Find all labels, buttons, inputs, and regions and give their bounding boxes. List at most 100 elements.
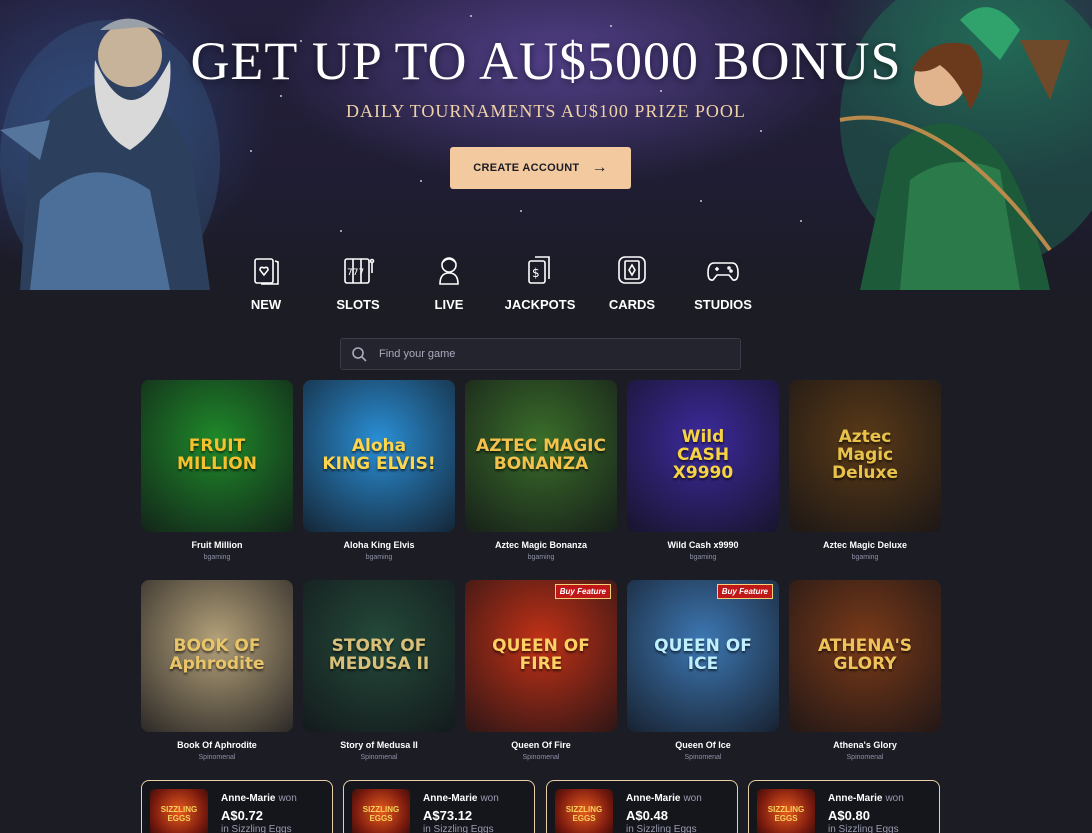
won-label: won	[683, 793, 702, 804]
jackpot-cards-icon: $	[528, 256, 550, 284]
svg-text:$: $	[532, 266, 540, 280]
game-thumbnail[interactable]: ATHENA'S GLORY	[789, 580, 941, 732]
game-thumbnail[interactable]: QUEEN OF ICE Buy Feature	[627, 580, 779, 732]
game-provider: bgaming	[203, 554, 231, 561]
winner-name: Anne-Marie	[828, 793, 883, 804]
winner-name: Anne-Marie	[221, 793, 276, 804]
win-game-thumbnail[interactable]: SIZZLING EGGS	[352, 789, 410, 833]
game-search-bar	[340, 338, 741, 370]
category-nav: NEW 777 SLOTS LIVE $ JACKPOTS CARDS STUD…	[0, 253, 1092, 315]
win-game-thumbnail[interactable]: SIZZLING EGGS	[757, 789, 815, 833]
game-art-title: ATHENA'S GLORY	[817, 636, 913, 674]
recent-win-card[interactable]: SIZZLING EGGS Anne-Marie won A$0.48 in Si…	[546, 780, 738, 833]
win-game-name[interactable]: in Sizzling Eggs	[423, 824, 494, 833]
game-art-title: FRUIT MILLION	[177, 436, 257, 474]
game-card[interactable]: BOOK OF Aphrodite Book Of Aphrodite Spin…	[141, 580, 293, 761]
new-cards-icon	[254, 258, 279, 285]
game-art-title: AZTEC MAGIC BONANZA	[476, 436, 606, 474]
game-provider: bgaming	[689, 554, 717, 561]
buy-feature-badge: Buy Feature	[716, 584, 773, 599]
game-provider: Spinomenal	[198, 754, 236, 761]
game-name[interactable]: Story of Medusa II	[303, 740, 455, 750]
create-account-label: CREATE ACCOUNT	[473, 162, 580, 174]
game-name[interactable]: Queen Of Fire	[465, 740, 617, 750]
win-amount: A$0.80	[828, 808, 870, 823]
game-provider: Spinomenal	[684, 754, 722, 761]
game-provider: Spinomenal	[522, 754, 560, 761]
game-card[interactable]: Wild CASH X9990 Wild Cash x9990 bgaming	[627, 380, 779, 561]
game-card[interactable]: QUEEN OF FIRE Buy Feature Queen Of Fire S…	[465, 580, 617, 761]
game-provider: bgaming	[851, 554, 879, 561]
category-label: CARDS	[608, 297, 656, 312]
win-game-name[interactable]: in Sizzling Eggs	[828, 824, 899, 833]
category-cards[interactable]: CARDS	[592, 253, 672, 312]
game-provider: bgaming	[365, 554, 393, 561]
bonus-headline: GET UP TO AU$5000 BONUS	[190, 31, 902, 91]
search-input[interactable]	[379, 348, 719, 360]
game-card[interactable]: FRUIT MILLION Fruit Million bgaming	[141, 380, 293, 561]
game-thumbnail[interactable]: STORY OF MEDUSA II	[303, 580, 455, 732]
game-art-title: Wild CASH X9990	[672, 427, 734, 483]
live-dealer-icon	[439, 257, 459, 285]
win-amount: A$0.48	[626, 808, 668, 823]
category-label: JACKPOTS	[504, 297, 576, 312]
category-studios[interactable]: STUDIOS	[683, 253, 763, 312]
game-provider: Spinomenal	[360, 754, 398, 761]
won-label: won	[480, 793, 499, 804]
game-name[interactable]: Queen Of Ice	[627, 740, 779, 750]
game-provider: Spinomenal	[846, 754, 884, 761]
game-art-title: Aztec Magic Deluxe	[831, 427, 899, 483]
game-thumbnail[interactable]: QUEEN OF FIRE Buy Feature	[465, 580, 617, 732]
win-game-thumbnail[interactable]: SIZZLING EGGS	[150, 789, 208, 833]
won-label: won	[885, 793, 904, 804]
recent-win-card[interactable]: SIZZLING EGGS Anne-Marie won A$73.12 in S…	[343, 780, 535, 833]
category-label: SLOTS	[336, 297, 380, 312]
game-card[interactable]: ATHENA'S GLORY Athena's Glory Spinomenal	[789, 580, 941, 761]
gamepad-icon	[707, 262, 739, 281]
game-thumbnail[interactable]: Wild CASH X9990	[627, 380, 779, 532]
recent-win-card[interactable]: SIZZLING EGGS Anne-Marie won A$0.72 in Si…	[141, 780, 333, 833]
game-card[interactable]: QUEEN OF ICE Buy Feature Queen Of Ice Spi…	[627, 580, 779, 761]
recent-win-card[interactable]: SIZZLING EGGS Anne-Marie won A$0.80 in Si…	[748, 780, 940, 833]
game-art-title: STORY OF MEDUSA II	[328, 636, 430, 674]
won-label: won	[278, 793, 297, 804]
game-art-title: BOOK OF Aphrodite	[169, 636, 265, 674]
category-slots[interactable]: 777 SLOTS	[318, 253, 398, 312]
game-provider: bgaming	[527, 554, 555, 561]
arrow-right-icon: →	[591, 159, 608, 176]
game-art-title: QUEEN OF ICE	[654, 636, 752, 674]
game-thumbnail[interactable]: BOOK OF Aphrodite	[141, 580, 293, 732]
card-diamond-icon	[618, 256, 646, 284]
game-card[interactable]: Aloha KING ELVIS! Aloha King Elvis bgami…	[303, 380, 455, 561]
game-thumbnail[interactable]: AZTEC MAGIC BONANZA	[465, 380, 617, 532]
category-new[interactable]: NEW	[226, 253, 306, 312]
buy-feature-badge: Buy Feature	[554, 584, 611, 599]
win-game-name[interactable]: in Sizzling Eggs	[221, 824, 292, 833]
game-name[interactable]: Aztec Magic Bonanza	[465, 540, 617, 550]
game-art-title: QUEEN OF FIRE	[492, 636, 590, 674]
category-live[interactable]: LIVE	[409, 253, 489, 312]
category-label: STUDIOS	[694, 297, 752, 312]
game-name[interactable]: Aloha King Elvis	[303, 540, 455, 550]
win-game-thumbnail[interactable]: SIZZLING EGGS	[555, 789, 613, 833]
category-label: NEW	[250, 297, 282, 312]
create-account-button[interactable]: CREATE ACCOUNT →	[450, 147, 631, 189]
search-icon	[352, 347, 367, 362]
game-name[interactable]: Book Of Aphrodite	[141, 740, 293, 750]
game-name[interactable]: Wild Cash x9990	[627, 540, 779, 550]
game-name[interactable]: Fruit Million	[141, 540, 293, 550]
game-card[interactable]: Aztec Magic Deluxe Aztec Magic Deluxe bg…	[789, 380, 941, 561]
game-name[interactable]: Aztec Magic Deluxe	[789, 540, 941, 550]
win-amount: A$73.12	[423, 808, 473, 823]
win-game-name[interactable]: in Sizzling Eggs	[626, 824, 697, 833]
game-thumbnail[interactable]: Aztec Magic Deluxe	[789, 380, 941, 532]
game-card[interactable]: AZTEC MAGIC BONANZA Aztec Magic Bonanza …	[465, 380, 617, 561]
winner-name: Anne-Marie	[423, 793, 478, 804]
winner-name: Anne-Marie	[626, 793, 681, 804]
category-jackpots[interactable]: $ JACKPOTS	[500, 253, 580, 312]
game-card[interactable]: STORY OF MEDUSA II Story of Medusa II Sp…	[303, 580, 455, 761]
game-thumbnail[interactable]: Aloha KING ELVIS!	[303, 380, 455, 532]
category-label: LIVE	[434, 297, 464, 312]
game-name[interactable]: Athena's Glory	[789, 740, 941, 750]
game-thumbnail[interactable]: FRUIT MILLION	[141, 380, 293, 532]
